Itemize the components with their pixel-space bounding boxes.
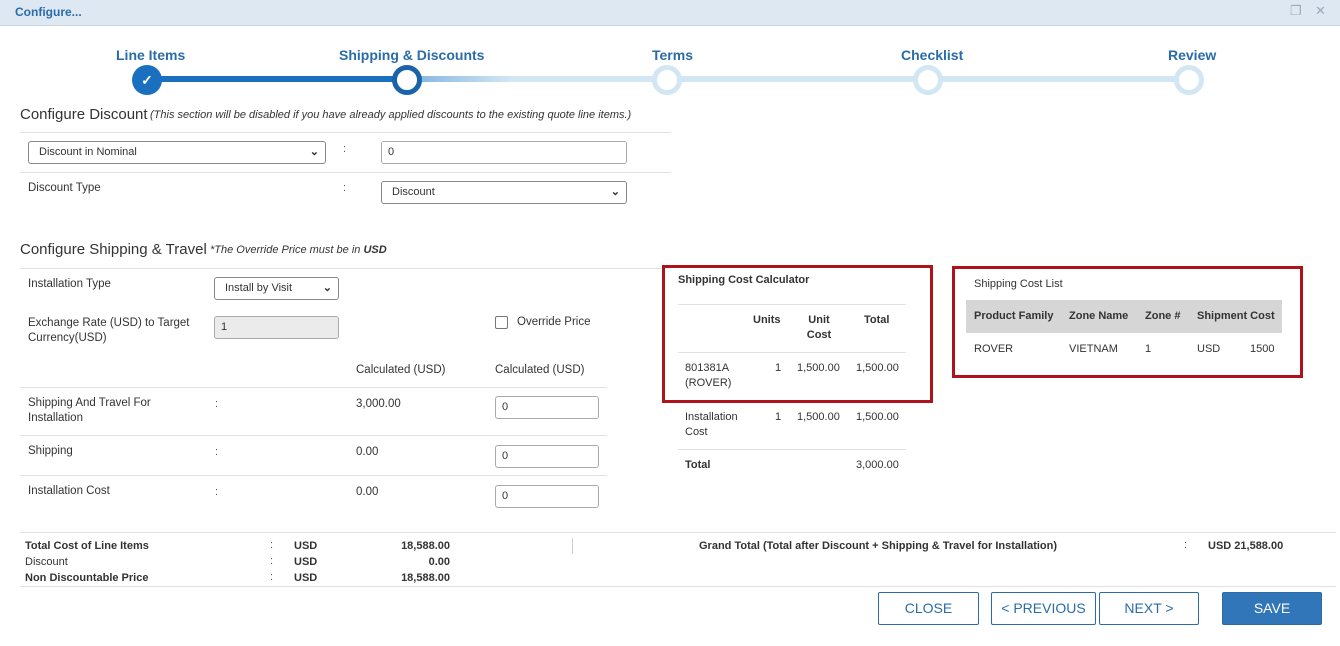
divider (20, 435, 607, 436)
colon: : (215, 486, 219, 498)
discount-value-input[interactable]: 0 (381, 141, 627, 164)
step-label-terms[interactable]: Terms (652, 47, 693, 63)
summary-currency: USD (294, 556, 318, 568)
colon: : (215, 446, 219, 458)
step-label-checklist[interactable]: Checklist (901, 47, 963, 63)
installation-type-value: Install by Visit (225, 282, 293, 294)
divider (20, 532, 1336, 533)
shipping-section-note: *The Override Price must be in USD (210, 244, 387, 256)
calculator-row-total: 1,500.00 (856, 411, 899, 423)
discount-section-note: (This section will be disabled if you ha… (150, 109, 632, 121)
calculated-column-header: Calculated (USD) (356, 364, 446, 376)
step-node-review[interactable] (1174, 65, 1204, 95)
divider (678, 449, 906, 450)
summary-amount: 18,588.00 (401, 572, 450, 584)
shipping-row-label: Shipping And Travel For Installation (28, 397, 151, 424)
shipping-section-title: Configure Shipping & Travel (20, 241, 207, 258)
chevron-down-icon: ⌄ (309, 146, 319, 158)
colon: : (343, 182, 347, 194)
shipping-row-calculated: 0.00 (356, 446, 379, 458)
summary-label: Total Cost of Line Items (25, 540, 149, 552)
installation-cost-override-input[interactable]: 0 (495, 485, 599, 508)
override-column-header: Calculated (USD) (495, 364, 585, 376)
shipping-row-label: Installation Cost (28, 485, 110, 497)
calculator-row-units: 1 (775, 411, 782, 423)
next-button[interactable]: NEXT > (1099, 592, 1199, 625)
step-node-shipping-discounts[interactable] (392, 65, 422, 95)
calculator-total-value: 3,000.00 (856, 459, 899, 471)
exchange-rate-input: 1 (214, 316, 339, 339)
previous-button[interactable]: < PREVIOUS (991, 592, 1096, 625)
divider (20, 172, 671, 173)
cost-list-highlight-box (952, 266, 1303, 378)
colon: : (270, 571, 274, 583)
colon: : (270, 539, 274, 551)
discount-type-select[interactable]: Discount ⌄ (381, 181, 627, 204)
step-label-review[interactable]: Review (1168, 47, 1216, 63)
save-button[interactable]: SAVE (1222, 592, 1322, 625)
step-label-shipping-discounts[interactable]: Shipping & Discounts (339, 47, 484, 63)
summary-amount: 0.00 (428, 556, 450, 568)
calculator-total-label: Total (685, 459, 711, 471)
installation-type-select[interactable]: Install by Visit ⌄ (214, 277, 339, 300)
summary-label: Non Discountable Price (25, 572, 149, 584)
divider (20, 475, 607, 476)
step-node-terms[interactable] (652, 65, 682, 95)
calculator-highlight-box (662, 265, 933, 403)
step-label-line-items[interactable]: Line Items (116, 47, 185, 63)
restore-icon[interactable]: ❐ (1290, 3, 1302, 19)
divider (20, 268, 663, 269)
chevron-down-icon: ⌄ (610, 186, 620, 198)
summary-currency: USD (294, 540, 318, 552)
progress-track-done (147, 76, 407, 82)
summary-amount: 18,588.00 (401, 540, 450, 552)
divider (20, 586, 1336, 587)
grand-total-label: Grand Total (Total after Discount + Ship… (699, 540, 1058, 552)
exchange-rate-label: Exchange Rate (USD) to Target Currency(U… (28, 317, 190, 344)
grand-total-value: USD 21,588.00 (1208, 540, 1284, 552)
calculator-row-name: Installation Cost (685, 411, 738, 438)
discount-mode-value: Discount in Nominal (39, 146, 137, 158)
colon: : (215, 398, 219, 410)
discount-type-label: Discount Type (28, 182, 101, 194)
dialog-title: Configure... (15, 5, 82, 19)
discount-section-title: Configure Discount (20, 106, 148, 123)
installation-type-label: Installation Type (28, 278, 111, 290)
step-node-line-items[interactable]: ✓ (132, 65, 162, 95)
override-price-label: Override Price (517, 316, 591, 328)
divider (20, 132, 671, 133)
progress-track-partial (407, 76, 667, 82)
shipping-travel-override-input[interactable]: 0 (495, 396, 599, 419)
close-button[interactable]: CLOSE (878, 592, 979, 625)
override-price-checkbox[interactable] (495, 316, 508, 329)
shipping-row-calculated: 0.00 (356, 486, 379, 498)
discount-type-value: Discount (392, 186, 435, 198)
close-icon[interactable]: ✕ (1315, 3, 1326, 19)
step-node-checklist[interactable] (913, 65, 943, 95)
summary-currency: USD (294, 572, 318, 584)
discount-mode-select[interactable]: Discount in Nominal ⌄ (28, 141, 326, 164)
calculator-row-unit-cost: 1,500.00 (797, 411, 840, 423)
colon: : (343, 143, 347, 155)
vertical-divider (572, 538, 573, 554)
colon: : (270, 555, 274, 567)
shipping-override-input[interactable]: 0 (495, 445, 599, 468)
summary-label: Discount (25, 556, 68, 568)
chevron-down-icon: ⌄ (322, 282, 332, 294)
divider (20, 387, 607, 388)
shipping-row-label: Shipping (28, 445, 73, 457)
colon: : (1184, 539, 1188, 551)
dialog-titlebar: Configure... ❐ ✕ (0, 0, 1340, 26)
shipping-row-calculated: 3,000.00 (356, 398, 401, 410)
check-icon: ✓ (141, 72, 153, 88)
